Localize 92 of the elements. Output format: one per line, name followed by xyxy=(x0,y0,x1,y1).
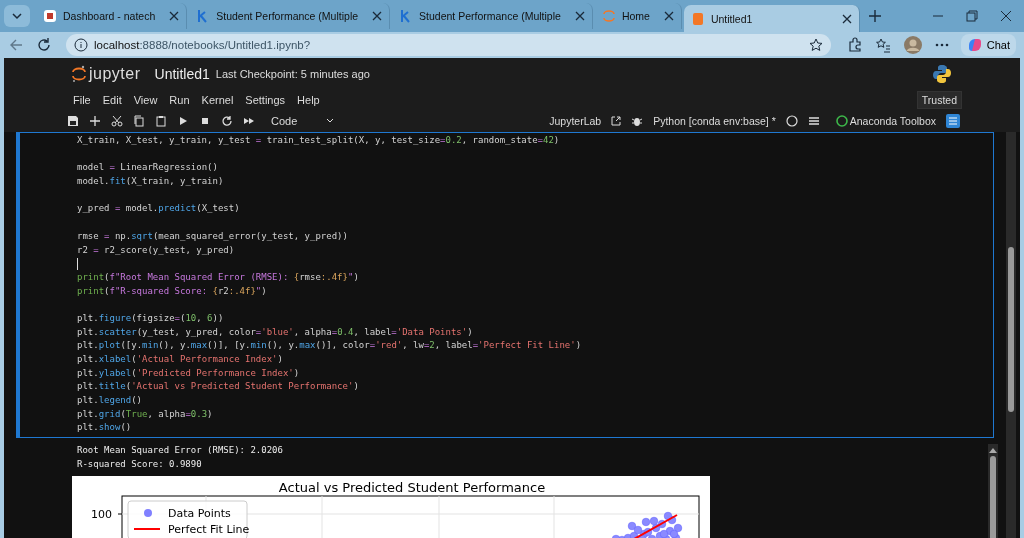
data-point xyxy=(649,516,659,525)
code-line: plt.show() xyxy=(77,421,132,435)
python-logo-icon xyxy=(932,64,952,84)
star-icon[interactable] xyxy=(808,38,823,52)
browser-tab[interactable]: Untitled1 xyxy=(683,5,860,33)
bug-icon[interactable] xyxy=(631,115,644,127)
code-line: model = LinearRegression() xyxy=(77,161,218,175)
code-line: plt.grid(True, alpha=0.3) xyxy=(77,407,213,421)
browser-tab[interactable]: Dashboard - natech xyxy=(36,3,188,29)
cut-icon[interactable] xyxy=(111,115,123,127)
settings-panel-icon[interactable] xyxy=(946,114,960,128)
code-line: plt.scatter(y_test, y_pred, color='blue', alpha=0.4, label='Data Points') xyxy=(77,325,473,339)
scrollbar[interactable] xyxy=(1006,132,1016,538)
close-icon[interactable] xyxy=(574,11,585,21)
browser-tab[interactable]: Student Performance (Multiple xyxy=(392,3,593,29)
jupyter-logo-icon xyxy=(72,65,86,83)
fast-forward-icon[interactable] xyxy=(243,115,255,127)
code-cell[interactable] xyxy=(16,132,994,439)
run-icon[interactable] xyxy=(177,115,189,127)
tab-actions-button[interactable] xyxy=(4,5,30,27)
close-icon[interactable] xyxy=(841,14,852,24)
copilot-icon xyxy=(966,37,983,53)
notebook-title[interactable]: Untitled1 xyxy=(154,66,210,82)
paste-icon[interactable] xyxy=(155,115,167,127)
data-point xyxy=(627,521,637,530)
restore-icon[interactable] xyxy=(966,10,978,22)
code-line: plt.figure(figsize=(10, 6)) xyxy=(77,311,224,325)
info-icon xyxy=(74,38,88,52)
legend-label: Data Points xyxy=(168,506,231,520)
notebook-icon xyxy=(690,12,705,26)
legend-label: Perfect Fit Line xyxy=(168,522,250,536)
menu-item[interactable]: File xyxy=(73,94,91,106)
stop-icon[interactable] xyxy=(199,115,211,127)
address-field[interactable]: localhost:8888/notebooks/Untitled1.ipynb? xyxy=(66,34,831,56)
menu-item[interactable]: Run xyxy=(169,94,190,106)
data-point xyxy=(663,511,673,520)
y-tick-label: 100 xyxy=(91,507,112,521)
output-text: R-squared Score: 0.9890 xyxy=(77,457,202,471)
output-text: Root Mean Squared Error (RMSE): 2.0206 xyxy=(77,444,283,458)
more-icon[interactable] xyxy=(934,43,949,47)
anaconda-toolbox-button[interactable]: Anaconda Toolbox xyxy=(835,115,936,127)
new-tab-icon[interactable] xyxy=(867,9,882,23)
menu-icon[interactable] xyxy=(807,115,820,127)
restart-icon[interactable] xyxy=(221,115,233,127)
code-line: plt.xlabel('Actual Performance Index') xyxy=(77,353,283,366)
close-icon[interactable] xyxy=(663,11,674,21)
chevron-down-icon xyxy=(11,10,23,22)
code-line: plt.legend() xyxy=(77,394,143,408)
copy-icon[interactable] xyxy=(133,115,145,127)
code-line: y_pred = model.predict(X_test) xyxy=(77,202,240,216)
dashboard-icon xyxy=(43,9,57,23)
code-line: plt.plot([y.min(), y.max()], [y.min(), y.max()], color='red', lw=2, label='Perfect Fit Line') xyxy=(77,339,582,353)
scroll-up-icon[interactable] xyxy=(989,447,997,454)
external-link-icon[interactable] xyxy=(611,116,622,126)
plot-title: Actual vs Predicted Student Performance xyxy=(278,479,546,495)
cell-type-dropdown[interactable]: Code xyxy=(271,115,336,127)
code-line: print(f"R-squared Score: {r2:.4f}") xyxy=(77,284,267,298)
menu-item[interactable]: View xyxy=(133,94,158,106)
data-point xyxy=(641,517,651,526)
jupyter-logo-text: jupyter xyxy=(89,65,141,83)
menu-item[interactable]: Help xyxy=(297,94,320,106)
jupyter-logo-icon xyxy=(601,9,616,23)
code-line: plt.title('Actual vs Predicted Student Performance') xyxy=(77,380,359,394)
trusted-badge: Trusted xyxy=(916,91,962,109)
favorites-icon[interactable] xyxy=(874,37,891,53)
kernel-name[interactable]: Python [conda env:base] * xyxy=(653,115,776,127)
scrollbar[interactable] xyxy=(988,444,998,538)
save-icon[interactable] xyxy=(67,115,79,127)
code-line: print(f"Root Mean Squared Error (RMSE): {rmse:.4f}") xyxy=(77,270,359,284)
browser-tab[interactable]: Home xyxy=(594,3,682,29)
ring-icon xyxy=(835,115,848,127)
menu-item[interactable]: Kernel xyxy=(201,94,234,106)
code-line: rmse = np.sqrt(mean_squared_error(y_test, y_pred)) xyxy=(77,229,348,243)
close-icon[interactable] xyxy=(372,11,383,21)
code-line: model.fit(X_train, y_train) xyxy=(77,175,224,189)
back-icon[interactable] xyxy=(8,37,24,53)
code-line: X_train, X_test, y_train, y_test = train_test_split(X, y, test_size=0.2, random_state=42) xyxy=(77,134,560,147)
close-icon[interactable] xyxy=(169,11,180,21)
browser-tab[interactable]: Student Performance (Multiple xyxy=(189,3,391,29)
menu-item[interactable]: Settings xyxy=(245,94,286,106)
reload-icon[interactable] xyxy=(36,37,52,53)
checkpoint-text: Last Checkpoint: 5 minutes ago xyxy=(215,68,370,80)
y-tick-mark xyxy=(117,513,123,514)
chat-button[interactable]: Chat xyxy=(960,34,1016,56)
code-line: r2 = r2_score(y_test, y_pred) xyxy=(77,243,235,257)
add-icon[interactable] xyxy=(89,115,101,127)
close-icon[interactable] xyxy=(1000,10,1012,22)
menu-item[interactable]: Edit xyxy=(102,94,122,106)
kernel-idle-icon xyxy=(785,115,798,127)
code-line: plt.ylabel('Predicted Performance Index') xyxy=(77,366,300,380)
extensions-icon[interactable] xyxy=(846,37,863,53)
jupyterlab-link[interactable]: JupyterLab xyxy=(549,115,602,127)
